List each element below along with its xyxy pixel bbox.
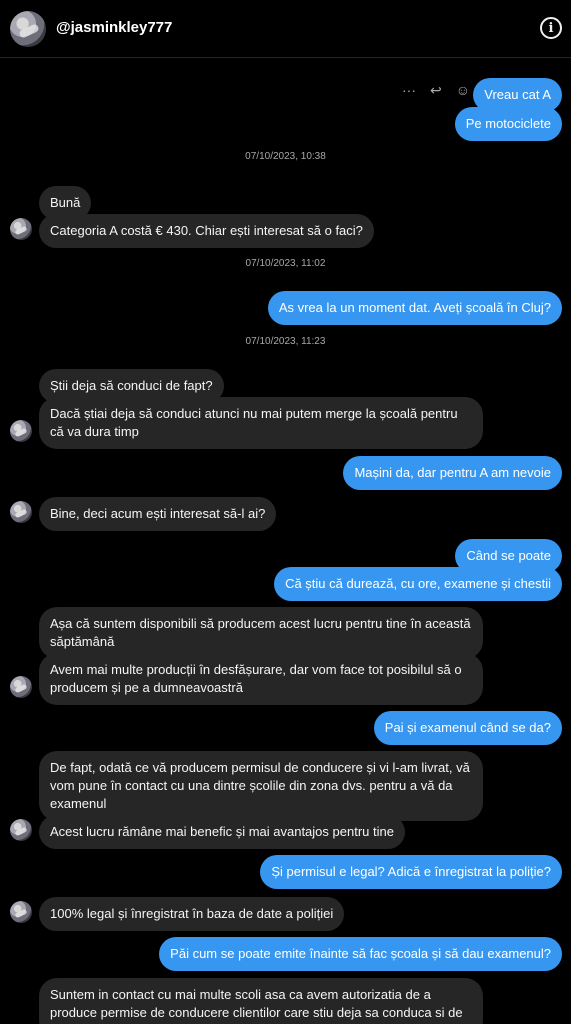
message-sent[interactable]: Mașini da, dar pentru A am nevoie xyxy=(343,456,562,490)
message-received[interactable]: De fapt, odată ce vă producem permisul d… xyxy=(39,751,483,821)
message-received[interactable]: Avem mai multe producții în desfășurare,… xyxy=(39,653,483,705)
message-received[interactable]: Categoria A costă € 430. Chiar ești inte… xyxy=(39,214,374,248)
message-sent[interactable]: Păi cum se poate emite înainte să fac șc… xyxy=(159,937,562,971)
message-actions: ··· ↩ ☺ xyxy=(402,80,470,100)
react-icon[interactable]: ☺ xyxy=(456,80,470,100)
more-icon[interactable]: ··· xyxy=(402,80,416,100)
message-sent[interactable]: As vrea la un moment dat. Aveți școală î… xyxy=(267,291,562,325)
sender-avatar[interactable] xyxy=(10,420,32,442)
sender-avatar[interactable] xyxy=(10,218,32,240)
message-received[interactable]: Așa că suntem disponibili să producem ac… xyxy=(39,607,483,659)
message-sent[interactable]: Și permisul e legal? Adică e înregistrat… xyxy=(260,855,562,889)
timestamp: 07/10/2023, 11:23 xyxy=(245,336,326,347)
sender-avatar[interactable] xyxy=(10,901,32,923)
info-icon[interactable]: i xyxy=(540,17,562,39)
message-sent[interactable]: Pai și examenul când se da? xyxy=(373,711,562,745)
message-received[interactable]: Dacă știai deja să conduci atunci nu mai… xyxy=(39,397,483,449)
message-received[interactable]: Suntem in contact cu mai multe scoli asa… xyxy=(39,978,483,1024)
message-received[interactable]: 100% legal și înregistrat în baza de dat… xyxy=(39,897,345,931)
message-sent[interactable]: Pe motociclete xyxy=(454,107,562,141)
timestamp: 07/10/2023, 10:38 xyxy=(245,151,326,162)
timestamp: 07/10/2023, 11:02 xyxy=(245,258,326,269)
chat-header: @jasminkley777 i xyxy=(0,0,571,58)
sender-avatar[interactable] xyxy=(10,501,32,523)
message-sent[interactable]: Că știu că durează, cu ore, examene și c… xyxy=(274,567,562,601)
message-received[interactable]: Bine, deci acum ești interesat să-l ai? xyxy=(39,497,277,531)
sender-avatar[interactable] xyxy=(10,676,32,698)
username[interactable]: @jasminkley777 xyxy=(56,19,172,36)
message-received[interactable]: Acest lucru rămâne mai benefic și mai av… xyxy=(39,815,405,849)
reply-icon[interactable]: ↩ xyxy=(430,80,442,100)
profile-avatar[interactable] xyxy=(10,11,46,47)
sender-avatar[interactable] xyxy=(10,819,32,841)
